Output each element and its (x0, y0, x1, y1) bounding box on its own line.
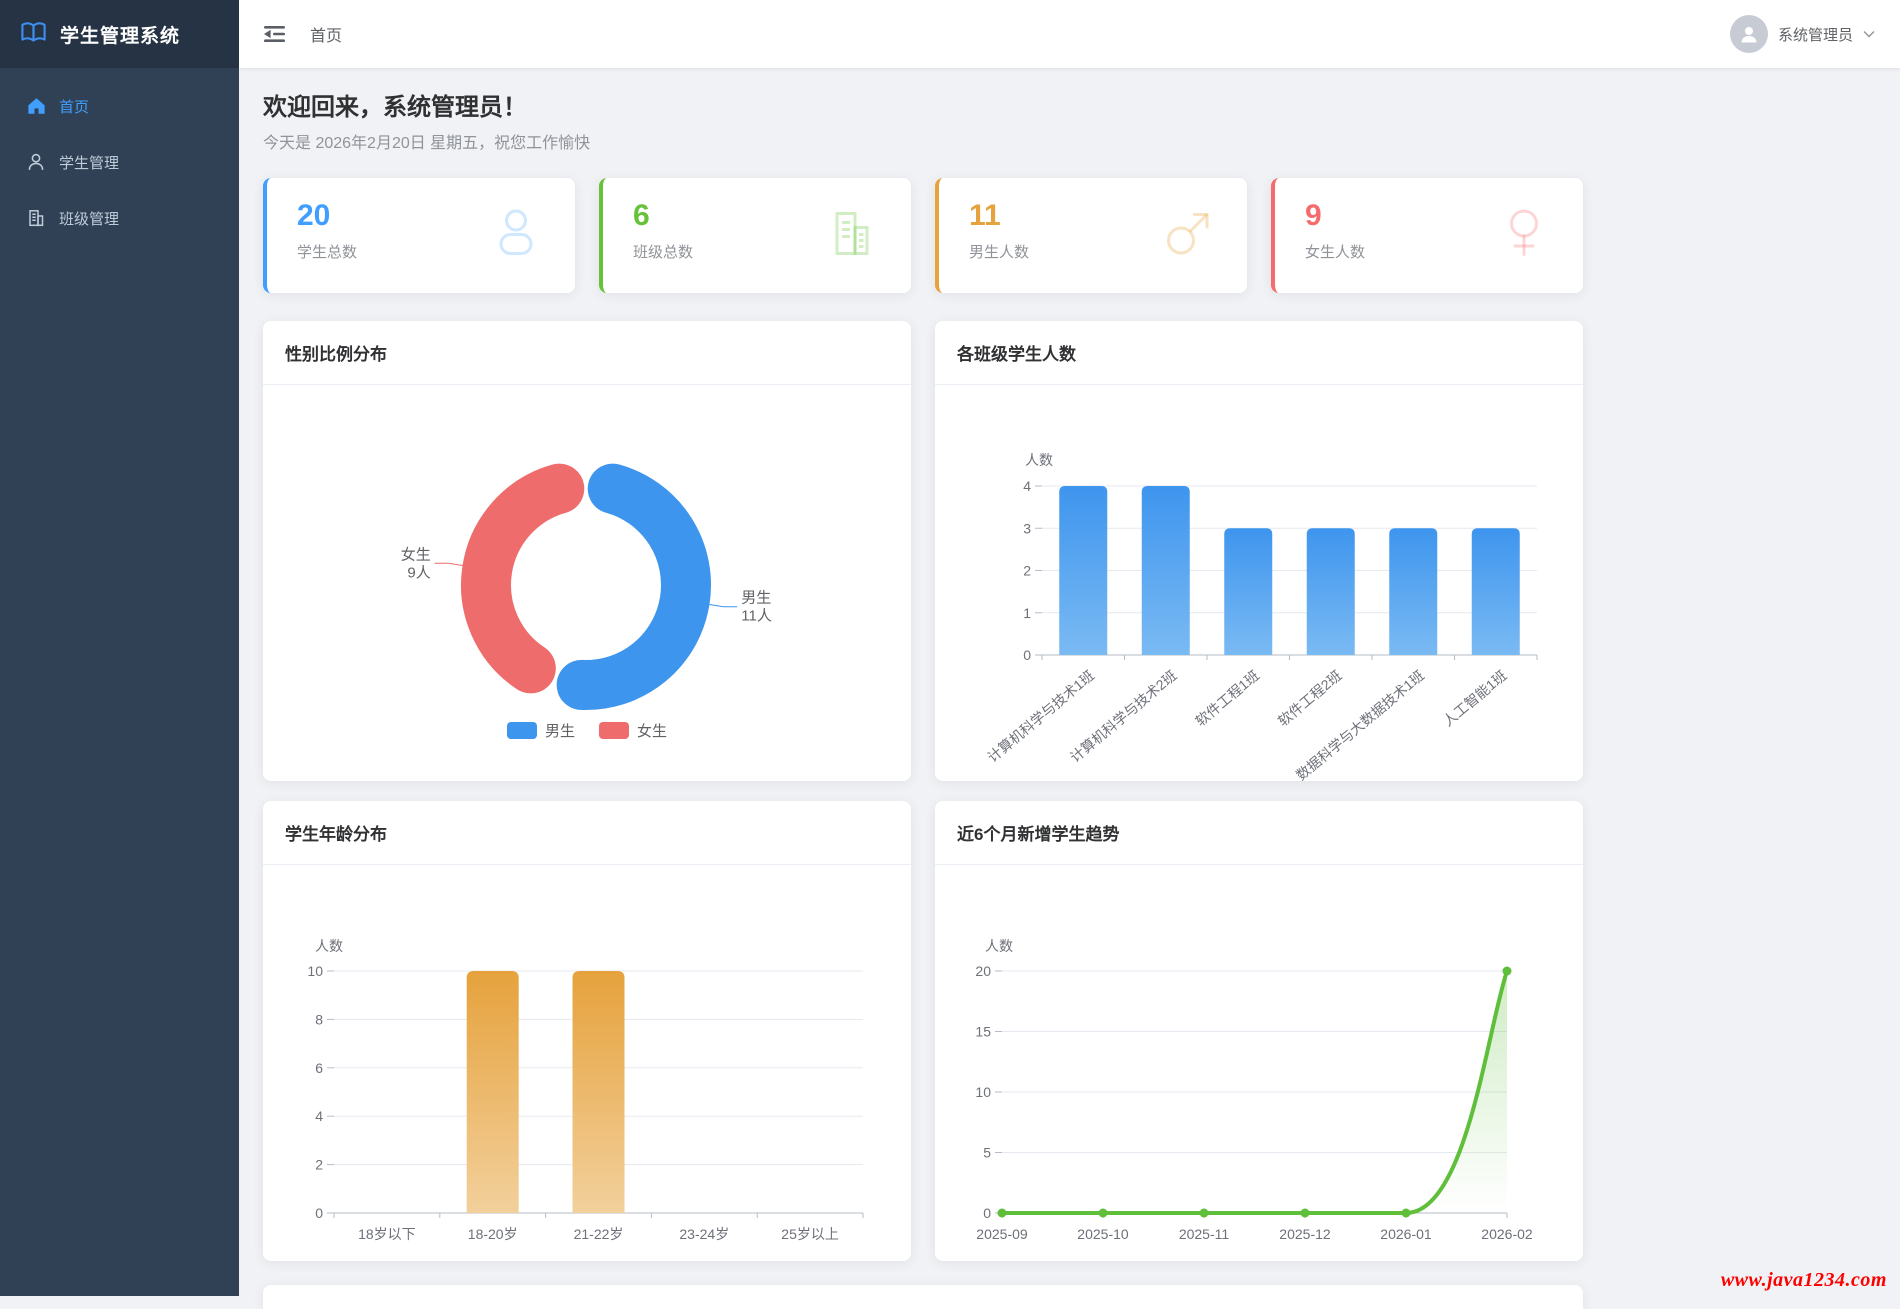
stat-card-classes: 6 班级总数 (599, 178, 911, 293)
svg-text:25岁以上: 25岁以上 (781, 1226, 839, 1242)
user-icon (26, 153, 46, 171)
svg-text:软件工程2班: 软件工程2班 (1275, 667, 1345, 729)
svg-text:2026-02: 2026-02 (1481, 1226, 1533, 1242)
chart-title: 性别比例分布 (263, 321, 911, 385)
chart-title: 各班级学生人数 (935, 321, 1583, 385)
sidebar-menu: 首页 学生管理 班级管理 (0, 68, 239, 246)
svg-text:4: 4 (1023, 478, 1031, 494)
stat-card-female: 9 女生人数 (1271, 178, 1583, 293)
user-menu[interactable]: 系统管理员 (1730, 15, 1875, 53)
svg-text:11人: 11人 (741, 608, 772, 625)
sidebar-fold-icon[interactable] (264, 25, 286, 43)
legend-swatch (507, 722, 537, 739)
svg-text:20: 20 (975, 963, 991, 979)
svg-text:2025-11: 2025-11 (1179, 1226, 1230, 1242)
stat-card-students: 20 学生总数 (263, 178, 575, 293)
svg-text:人数: 人数 (985, 938, 1013, 954)
class-bar-chart: 01234人数计算机科学与技术1班计算机科学与技术2班软件工程1班软件工程2班数… (935, 385, 1583, 781)
svg-text:人数: 人数 (315, 938, 343, 954)
sidebar-item-home[interactable]: 首页 (0, 78, 239, 134)
book-icon (20, 20, 47, 49)
age-bar-card: 学生年龄分布 0 2 4 6 8 10 人数 18岁以下 18-20岁 21-22岁 23-24岁 2… (263, 801, 911, 1261)
app-title: 学生管理系统 (60, 21, 180, 48)
chart-title: 近6个月新增学生趋势 (935, 801, 1583, 865)
svg-text:18-20岁: 18-20岁 (468, 1226, 518, 1242)
next-card-sliver (263, 1285, 1583, 1309)
legend-label: 女生 (637, 720, 667, 741)
svg-text:0: 0 (315, 1205, 323, 1221)
sidebar: 学生管理系统 首页 学生管理 (0, 0, 239, 1296)
building-icon (26, 209, 46, 227)
age-bar-chart: 0 2 4 6 8 10 人数 18岁以下 18-20岁 21-22岁 23-24岁 25岁以上 (263, 865, 911, 1261)
page-subtitle: 今天是 2026年2月20日 星期五，祝您工作愉快 (263, 133, 1583, 155)
sidebar-item-classes[interactable]: 班级管理 (0, 190, 239, 246)
app-logo: 学生管理系统 (0, 0, 239, 68)
svg-text:男生: 男生 (741, 590, 771, 607)
stat-card-male: 11 男生人数 (935, 178, 1247, 293)
chart-title: 学生年龄分布 (263, 801, 911, 865)
svg-text:9人: 9人 (407, 564, 430, 581)
svg-text:0: 0 (983, 1205, 991, 1221)
svg-text:21-22岁: 21-22岁 (574, 1226, 624, 1242)
chevron-down-icon (1863, 25, 1875, 43)
avatar (1730, 15, 1768, 53)
svg-text:5: 5 (983, 1145, 991, 1161)
watermark: www.java1234.com (1721, 1269, 1887, 1292)
page-title: 欢迎回来，系统管理员！ (263, 92, 1583, 124)
svg-text:10: 10 (307, 963, 323, 979)
main-content: 欢迎回来，系统管理员！ 今天是 2026年2月20日 星期五，祝您工作愉快 20… (263, 92, 1583, 1309)
legend-item-male[interactable]: 男生 (507, 720, 575, 741)
svg-text:2025-09: 2025-09 (976, 1226, 1028, 1242)
building-icon (825, 206, 879, 265)
svg-text:女生: 女生 (401, 545, 431, 563)
svg-text:0: 0 (1023, 647, 1031, 663)
svg-text:2: 2 (1023, 563, 1031, 579)
sidebar-item-students[interactable]: 学生管理 (0, 134, 239, 190)
svg-text:2025-12: 2025-12 (1279, 1226, 1331, 1242)
svg-text:23-24岁: 23-24岁 (679, 1226, 729, 1242)
male-icon (1161, 206, 1215, 265)
legend-item-female[interactable]: 女生 (599, 720, 667, 741)
trend-line-card: 近6个月新增学生趋势 0 5 10 15 20 人数 2025-09 2025-10 2025-… (935, 801, 1583, 1261)
svg-text:8: 8 (315, 1011, 323, 1027)
sidebar-item-label: 学生管理 (59, 152, 119, 173)
svg-text:3: 3 (1023, 520, 1031, 536)
svg-text:4: 4 (315, 1108, 323, 1124)
top-header: 首页 系统管理员 (239, 0, 1900, 68)
svg-text:2025-10: 2025-10 (1077, 1226, 1129, 1242)
legend-label: 男生 (545, 720, 575, 741)
user-icon (489, 206, 543, 265)
svg-text:6: 6 (315, 1060, 323, 1076)
svg-text:10: 10 (975, 1084, 991, 1100)
svg-text:人工智能1班: 人工智能1班 (1440, 667, 1510, 729)
svg-text:人数: 人数 (1025, 452, 1053, 468)
svg-text:15: 15 (975, 1024, 991, 1040)
home-icon (26, 97, 46, 115)
svg-text:2: 2 (315, 1157, 323, 1173)
breadcrumb[interactable]: 首页 (310, 22, 342, 46)
female-icon (1497, 206, 1551, 265)
sidebar-item-label: 班级管理 (59, 208, 119, 229)
class-bar-card: 各班级学生人数 01234人数计算机科学与技术1班计算机科学与技术2班软件工程1… (935, 321, 1583, 781)
user-name: 系统管理员 (1778, 24, 1853, 45)
pie-legend: 男生 女生 (263, 720, 911, 741)
trend-line-chart: 0 5 10 15 20 人数 2025-09 2025-10 2025-11 2025-12 20… (935, 865, 1583, 1261)
stat-cards-row: 20 学生总数 6 班级总数 11 男生 (263, 178, 1583, 293)
svg-text:1: 1 (1023, 605, 1031, 621)
svg-text:18岁以下: 18岁以下 (358, 1226, 416, 1242)
svg-text:2026-01: 2026-01 (1380, 1226, 1432, 1242)
legend-swatch (599, 722, 629, 739)
svg-text:软件工程1班: 软件工程1班 (1192, 667, 1262, 729)
gender-pie-card: 性别比例分布 男生11人女生9人 男生 女生 (263, 321, 911, 781)
sidebar-item-label: 首页 (59, 96, 89, 117)
